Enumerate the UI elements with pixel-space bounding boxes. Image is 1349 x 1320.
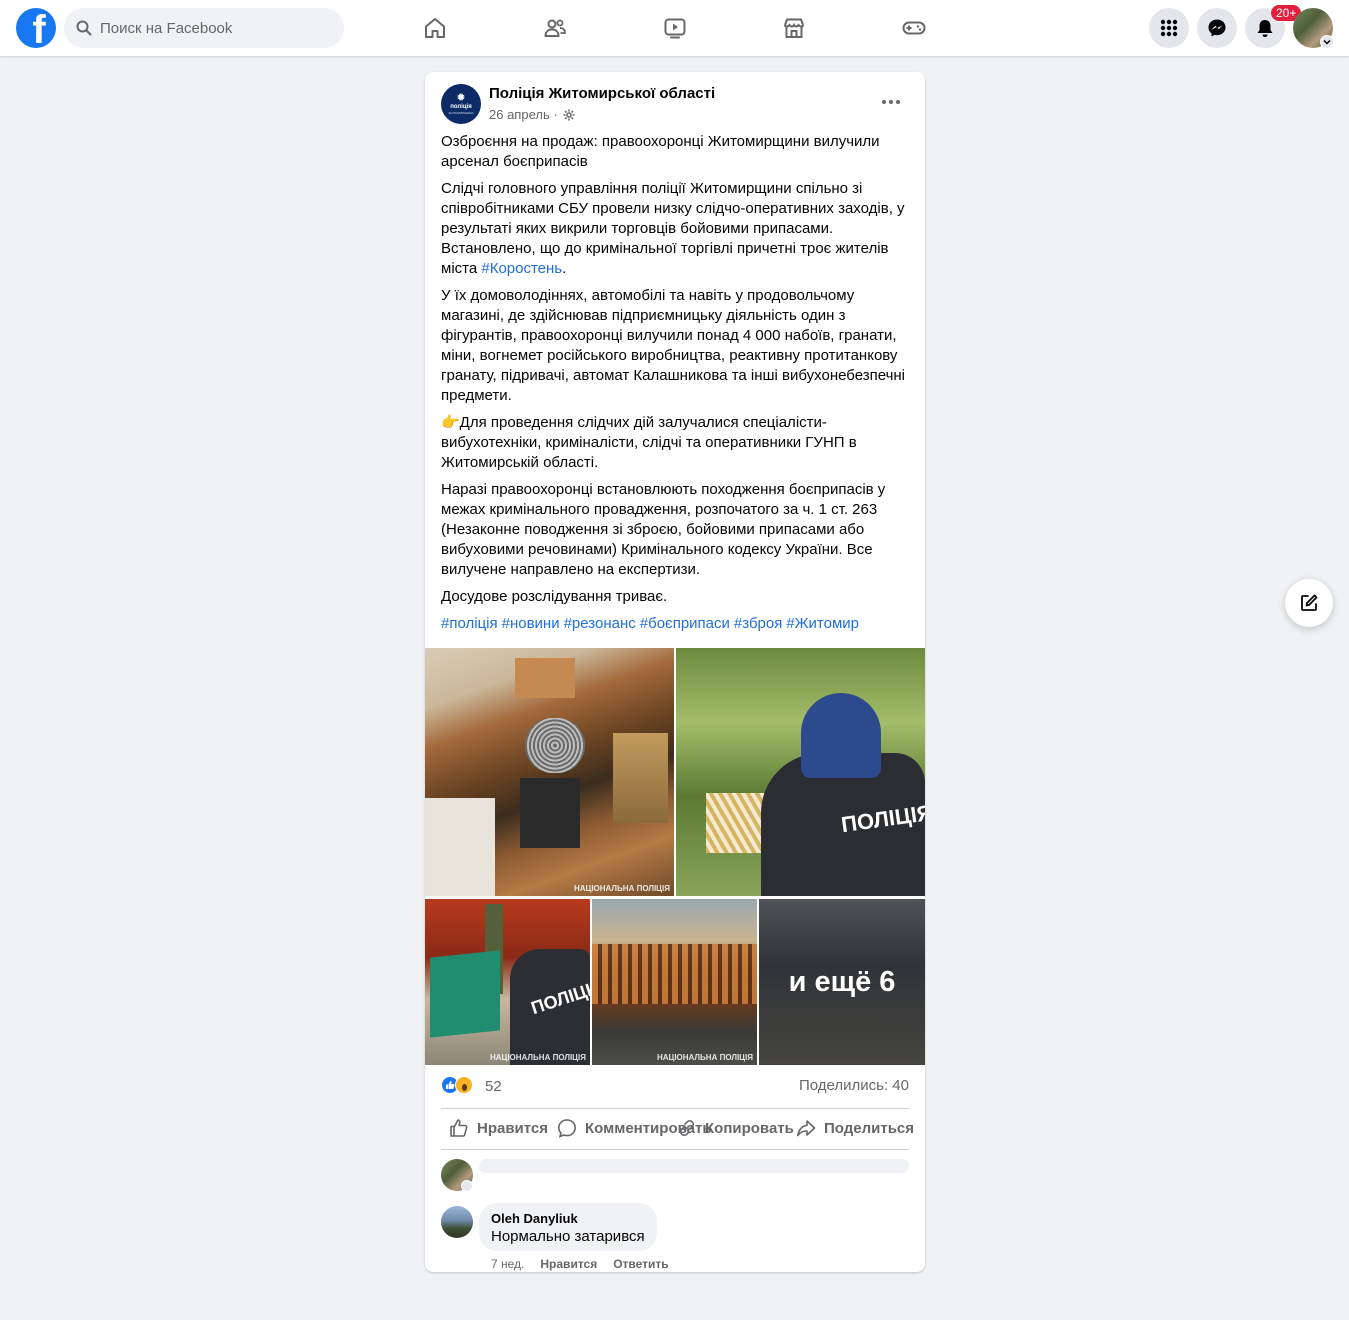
post-actions: Нравится Комментировать Копировать Подел… <box>441 1113 914 1147</box>
new-message-button[interactable] <box>1285 579 1333 627</box>
post-paragraph: Досудове розслідування триває. <box>441 588 668 605</box>
hashtag-link[interactable]: #новини <box>502 615 560 632</box>
more-photos-overlay: и ещё 6 <box>759 899 925 1065</box>
photo-officer-with-ammo[interactable]: ПОЛІЦІЯ <box>676 648 925 896</box>
post-meta: 26 апрель · <box>489 107 575 122</box>
commenter-avatar[interactable] <box>441 1206 473 1238</box>
post-paragraph: Слідчі головного управління поліції Жито… <box>441 180 905 277</box>
post-paragraph: 👉Для проведення слідчих дій залучалися с… <box>441 414 857 471</box>
gaming-icon <box>902 21 926 35</box>
share-button[interactable]: Поделиться <box>796 1113 914 1143</box>
chevron-down-icon[interactable] <box>461 1180 473 1192</box>
grid-menu-icon <box>1160 19 1178 37</box>
post-paragraph: Наразі правоохоронці встановлюють походж… <box>441 481 886 578</box>
friends-icon <box>544 19 566 37</box>
gaming-nav-button[interactable] <box>898 12 930 44</box>
comment-icon <box>557 1119 577 1138</box>
link-icon <box>679 1119 695 1137</box>
comment-bubble: Oleh Danyliuk Нормально затарився <box>479 1203 657 1251</box>
menu-button[interactable] <box>1149 8 1189 48</box>
post-options-button[interactable] <box>873 90 909 114</box>
hashtag-list: #поліція #новини #резонанс #боєприпаси #збро… <box>441 614 911 634</box>
photo-more[interactable]: и ещё 6 <box>759 899 925 1065</box>
hashtag-link[interactable]: #Житомир <box>786 615 859 632</box>
messenger-button[interactable] <box>1197 8 1237 48</box>
hashtag-link[interactable]: #резонанс <box>564 615 636 632</box>
search-box[interactable] <box>64 8 344 48</box>
reactions-summary: 52 Поделились: 40 <box>441 1076 909 1096</box>
hashtag-link[interactable]: #зброя <box>734 615 782 632</box>
comment-text: Нормально затарився <box>491 1228 645 1245</box>
account-menu-toggle[interactable] <box>1320 35 1334 49</box>
reaction-count[interactable]: 52 <box>485 1078 502 1095</box>
police-emblem-icon: ✹ <box>456 92 466 104</box>
share-arrow-icon <box>797 1120 816 1137</box>
divider <box>441 1149 909 1150</box>
share-count[interactable]: Поделились: 40 <box>799 1077 909 1094</box>
search-input[interactable] <box>100 19 330 37</box>
watermark: НАЦІОНАЛЬНА ПОЛІЦІЯ <box>573 884 670 893</box>
post-body: Озброєння на продаж: правоохоронці Житом… <box>441 132 911 641</box>
photo-grid: НАЦІОНАЛЬНА ПОЛІЦІЯ ПОЛІЦІЯ ПОЛІЦІЯ НАЦІ… <box>425 648 925 1065</box>
messenger-icon <box>1208 19 1226 37</box>
reaction-icons[interactable] <box>441 1076 473 1094</box>
friends-nav-button[interactable] <box>539 12 571 44</box>
marketplace-nav-button[interactable] <box>778 12 810 44</box>
divider <box>441 1108 909 1109</box>
feed-post: ✹ поліція ЖИТОМИРЩИНИ Поліція Житомирськ… <box>425 72 925 1272</box>
top-navigation-bar: f 20+ <box>0 0 1349 56</box>
marketplace-icon <box>784 18 804 38</box>
more-photos-label: и ещё 6 <box>788 965 896 998</box>
hashtag-link[interactable]: #поліція <box>441 615 498 632</box>
home-icon <box>425 18 445 38</box>
hashtag-link[interactable]: #Коростень <box>481 260 562 277</box>
like-button[interactable]: Нравится <box>449 1113 548 1143</box>
post-paragraph: У їх домоволодіннях, автомобілі та навіт… <box>441 287 906 404</box>
photo-seized-ammo-room[interactable]: НАЦІОНАЛЬНА ПОЛІЦІЯ <box>425 648 674 896</box>
compose-icon <box>1301 594 1318 611</box>
photo-grenades-case[interactable]: ПОЛІЦІЯ НАЦІОНАЛЬНА ПОЛІЦІЯ <box>425 899 590 1065</box>
search-icon <box>76 20 92 36</box>
page-avatar[interactable]: ✹ поліція ЖИТОМИРЩИНИ <box>441 84 481 124</box>
wow-reaction-icon <box>455 1076 473 1094</box>
comment-like-button[interactable]: Нравится <box>540 1257 597 1271</box>
bell-icon <box>1257 20 1273 37</box>
photo-ammo-boxes[interactable]: НАЦІОНАЛЬНА ПОЛІЦІЯ <box>592 899 757 1065</box>
thumbs-up-icon <box>450 1119 468 1137</box>
copy-button[interactable]: Копировать <box>677 1113 794 1143</box>
post-date-link[interactable]: 26 апрель <box>489 107 550 122</box>
page-name-link[interactable]: Поліція Житомирської області <box>489 85 715 102</box>
post-paragraph: Озброєння на продаж: правоохоронці Житом… <box>441 133 880 170</box>
watch-nav-button[interactable] <box>659 12 691 44</box>
watermark: НАЦІОНАЛЬНА ПОЛІЦІЯ <box>656 1053 753 1062</box>
watermark: НАЦІОНАЛЬНА ПОЛІЦІЯ <box>489 1053 586 1062</box>
chevron-down-icon <box>1323 39 1331 45</box>
watch-icon <box>664 18 686 39</box>
more-horizontal-icon <box>882 100 900 104</box>
comment-time[interactable]: 7 нед. <box>491 1257 524 1271</box>
gear-icon[interactable] <box>563 109 575 121</box>
comment-meta: 7 нед. Нравится Ответить <box>491 1257 685 1271</box>
hashtag-link[interactable]: #боєприпаси <box>640 615 730 632</box>
facebook-logo[interactable]: f <box>16 8 56 48</box>
comment-input[interactable] <box>479 1159 909 1173</box>
home-nav-button[interactable] <box>419 12 451 44</box>
comment-reply-button[interactable]: Ответить <box>613 1257 668 1271</box>
commenter-name[interactable]: Oleh Danyliuk <box>491 1211 645 1227</box>
meta-separator: · <box>549 107 562 122</box>
